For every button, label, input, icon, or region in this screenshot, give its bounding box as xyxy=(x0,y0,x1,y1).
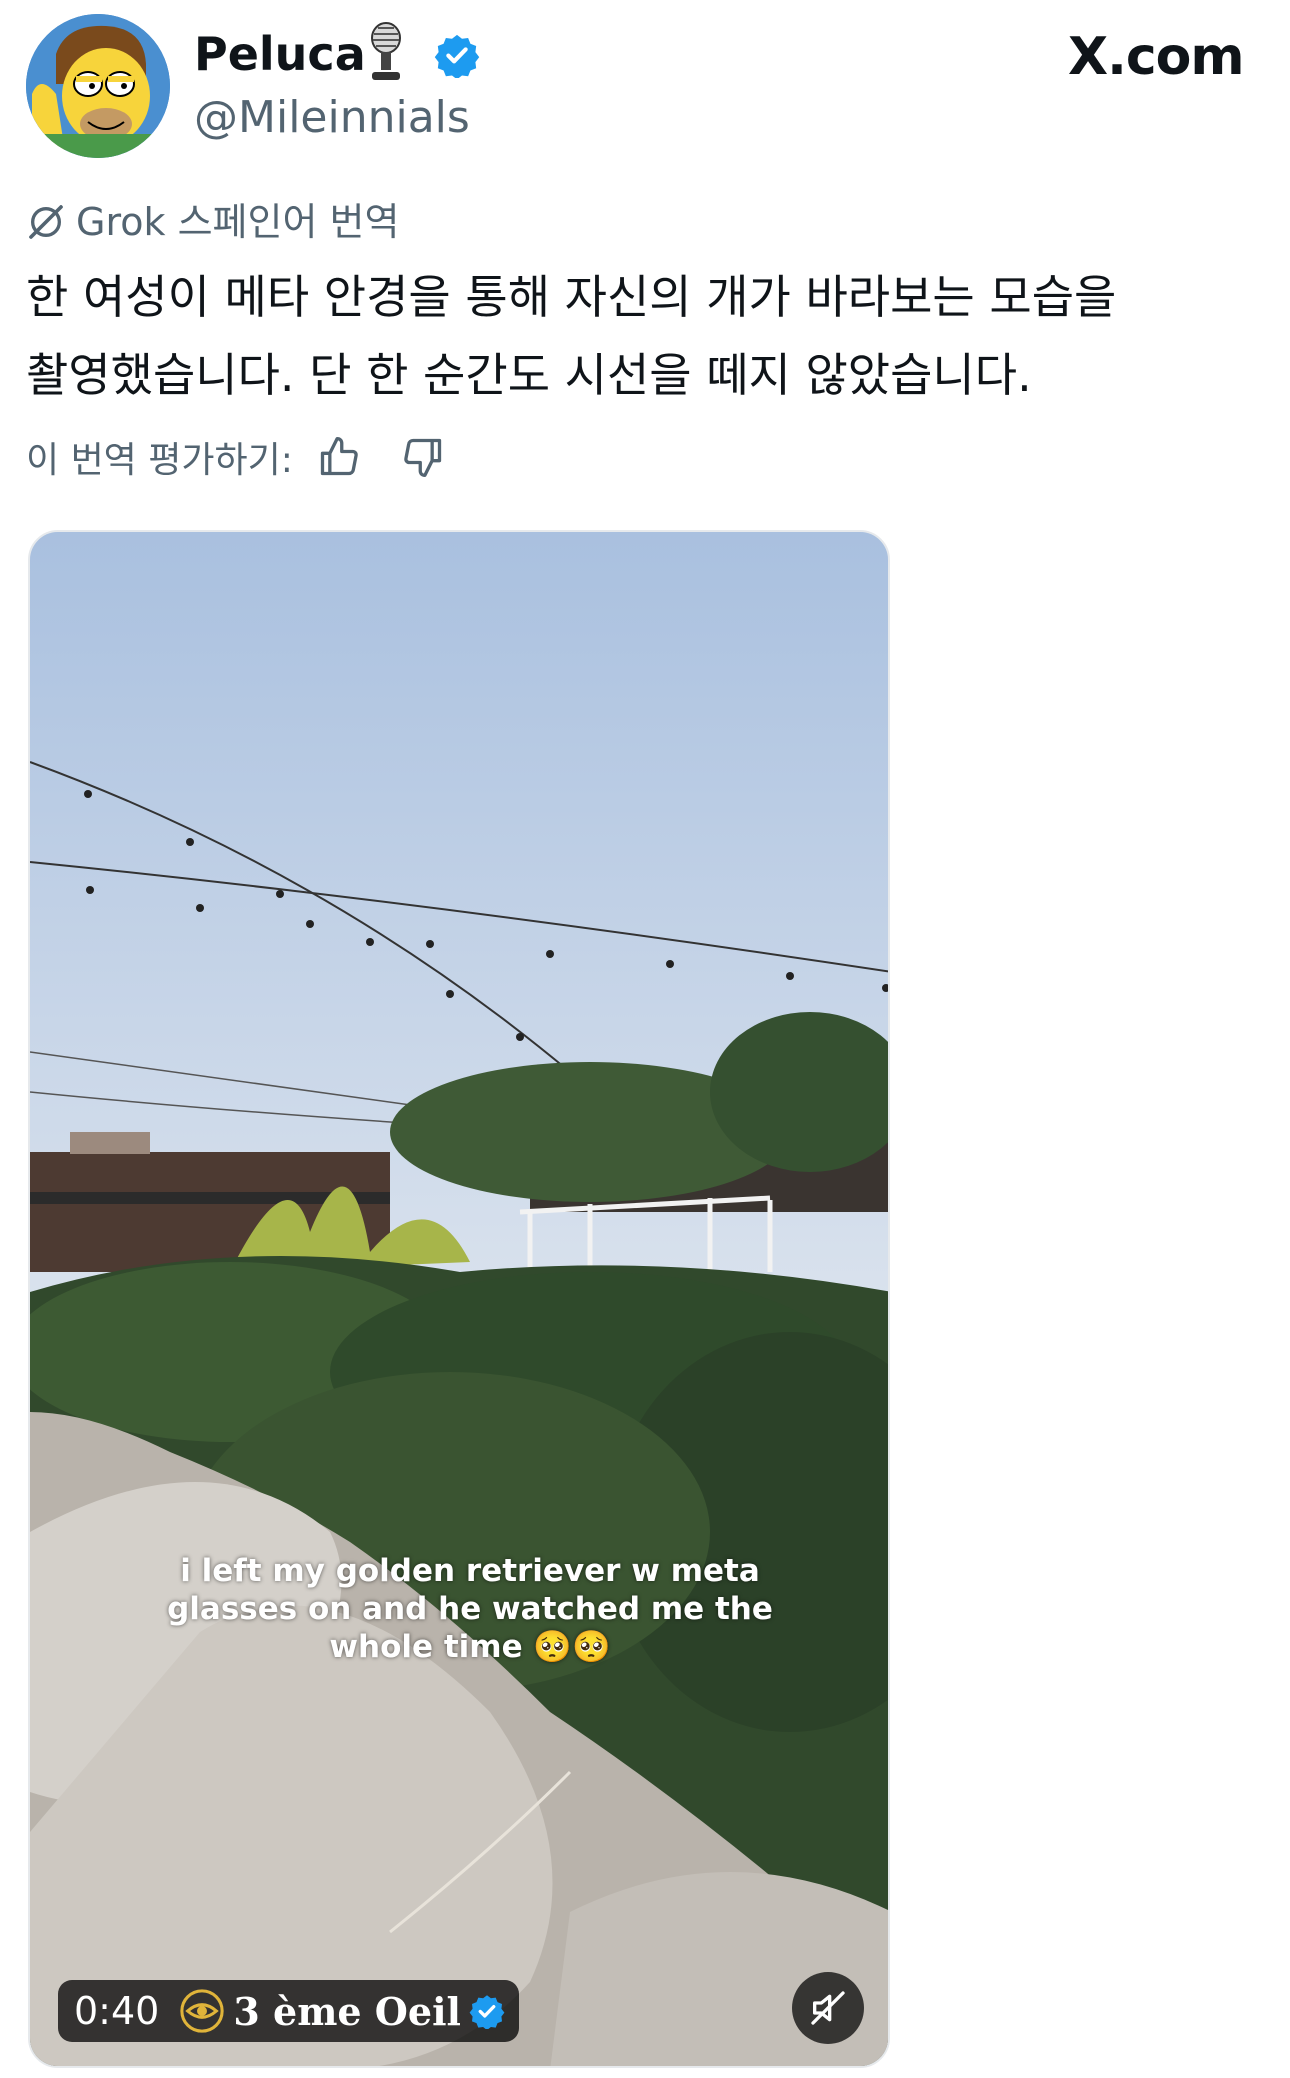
video-duration: 0:40 xyxy=(74,1989,160,2033)
author-handle[interactable]: @Mileinnials xyxy=(194,92,470,144)
avatar[interactable] xyxy=(26,14,170,158)
rate-translation-label: 이 번역 평가하기: xyxy=(26,440,293,481)
tweet-text: 한 여성이 메타 안경을 통해 자신의 개가 바라보는 모습을 촬영했습니다. … xyxy=(26,258,1256,414)
video-caption: i left my golden retriever w meta glasse… xyxy=(90,1552,850,1666)
rate-translation: 이 번역 평가하기: xyxy=(26,430,483,484)
muted-speaker-icon xyxy=(811,1991,845,2025)
caption-line: glasses on and he watched me the xyxy=(167,1591,773,1627)
x-logo: X.com xyxy=(1068,27,1245,87)
video-info-pill: 0:40 3 ème Oeil xyxy=(58,1980,519,2042)
tweet-header: Peluca @Mileinnials X.com xyxy=(0,0,1290,170)
video-player[interactable]: i left my golden retriever w meta glasse… xyxy=(28,530,890,2068)
tweet-text-line: 촬영했습니다. 단 한 순간도 시선을 떼지 않았습니다. xyxy=(26,348,1032,402)
microphone-emoji-icon xyxy=(371,22,401,80)
grok-label-text: Grok 스페인어 번역 xyxy=(76,200,400,244)
verified-badge-icon xyxy=(469,1995,505,2029)
grok-icon xyxy=(29,205,63,239)
thumbs-down-icon xyxy=(404,438,442,477)
video-frame xyxy=(30,532,888,2066)
mute-button[interactable] xyxy=(792,1972,864,2044)
homer-simpson-avatar-icon xyxy=(26,14,170,158)
video-source-name[interactable]: 3 ème Oeil xyxy=(233,1989,461,2034)
caption-line: whole time 🥺🥺 xyxy=(329,1629,611,1665)
thumbs-down-button[interactable] xyxy=(399,433,447,481)
grok-translation-label: Grok 스페인어 번역 xyxy=(26,196,399,248)
author-display-name[interactable]: Peluca xyxy=(194,26,366,82)
tweet-text-line: 한 여성이 메타 안경을 통해 자신의 개가 바라보는 모습을 xyxy=(26,270,1117,324)
eye-icon xyxy=(180,1989,225,2033)
verified-badge-icon xyxy=(434,34,480,78)
caption-line: i left my golden retriever w meta xyxy=(180,1553,760,1589)
thumbs-up-button[interactable] xyxy=(315,433,363,481)
thumbs-up-icon xyxy=(320,437,358,476)
